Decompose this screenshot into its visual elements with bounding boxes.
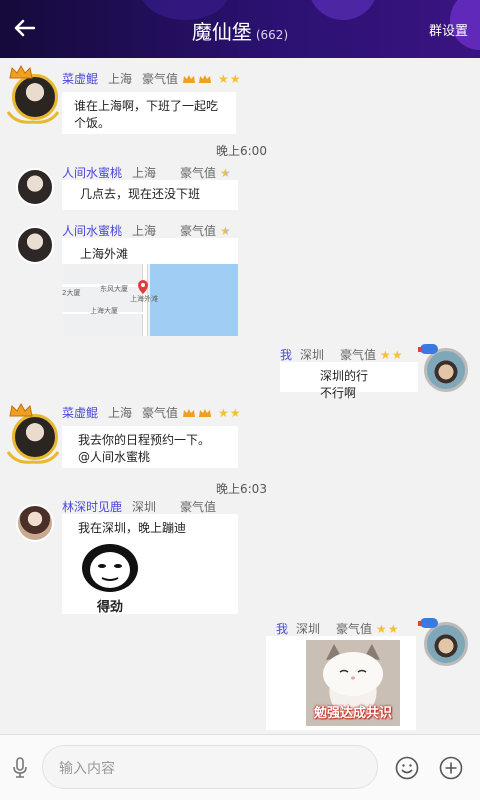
star-icon: ★ bbox=[220, 223, 231, 238]
vip-badge-icon bbox=[418, 618, 438, 628]
rank-label: 豪气值 bbox=[180, 166, 217, 180]
mention: @人间水蜜桃 bbox=[78, 450, 151, 464]
map-label: 东风大厦 bbox=[100, 285, 128, 293]
map-thumbnail: 上海外滩 2大厦 东风大厦 上海大厦 bbox=[62, 264, 238, 336]
image-caption: 勉强达成共识 bbox=[313, 706, 392, 721]
message-bubble[interactable]: 深圳的行不行啊 bbox=[280, 362, 418, 400]
sender-city: 深圳 bbox=[300, 348, 325, 362]
rank-label: 豪气值 bbox=[336, 622, 373, 636]
avatar[interactable] bbox=[16, 504, 54, 542]
avatar[interactable] bbox=[16, 226, 54, 264]
star-icon: ★ bbox=[218, 405, 229, 420]
star-icon: ★ bbox=[391, 347, 403, 362]
sender-name[interactable]: 菜虚鲲 bbox=[62, 404, 98, 421]
timestamp: 晚上6:00 bbox=[216, 144, 267, 158]
map-label: 上海外滩 bbox=[130, 295, 158, 303]
star-icon: ★ bbox=[376, 621, 387, 636]
star-icon: ★ bbox=[218, 71, 229, 86]
microphone-icon bbox=[13, 757, 27, 778]
rank-label: 豪气值 bbox=[142, 72, 179, 86]
sticker-image: 得劲 bbox=[78, 538, 142, 615]
sender-name[interactable]: 人间水蜜桃 bbox=[62, 222, 122, 239]
message-meta: 菜虚鲲 上海 豪气值 ★ ★ bbox=[62, 70, 242, 87]
message-meta: 人间水蜜桃 上海 豪气值 ★ bbox=[62, 164, 232, 181]
crown-icon bbox=[183, 408, 196, 417]
message-meta: 我 深圳 豪气值 ★ ★ bbox=[276, 620, 400, 637]
top-bar: 魔仙堡 (662) 群设置 bbox=[0, 0, 480, 58]
message-bubble[interactable]: 勉强达成共识 bbox=[266, 636, 416, 730]
location-title: 上海外滩 bbox=[80, 247, 129, 261]
location-card[interactable]: 上海外滩 上海外滩 2大厦 东风大厦 上海大厦 bbox=[62, 238, 238, 336]
group-settings-button[interactable]: 群设置 bbox=[429, 20, 468, 39]
voice-button[interactable] bbox=[8, 755, 32, 781]
message-input[interactable]: 输入内容 bbox=[42, 745, 378, 789]
sender-city: 深圳 bbox=[132, 500, 157, 514]
input-bar: 输入内容 bbox=[0, 734, 480, 800]
rank-label: 豪气值 bbox=[340, 348, 377, 362]
star-icon: ★ bbox=[229, 71, 241, 86]
star-icon: ★ bbox=[380, 347, 391, 362]
panda-sticker-icon bbox=[82, 544, 138, 592]
star-icon: ★ bbox=[220, 165, 231, 180]
message-meta: 林深时见鹿 深圳 豪气值 bbox=[62, 498, 220, 515]
message-bubble[interactable]: 谁在上海啊，下班了一起吃个饭。 bbox=[62, 92, 236, 134]
member-count: (662) bbox=[255, 28, 289, 42]
add-button[interactable] bbox=[438, 755, 464, 781]
map-label: 2大厦 bbox=[62, 289, 81, 297]
crown-icon bbox=[183, 74, 196, 83]
group-name: 魔仙堡 bbox=[191, 20, 252, 44]
avatar[interactable] bbox=[16, 168, 54, 206]
rank-label: 豪气值 bbox=[142, 406, 179, 420]
message-bubble[interactable]: 几点去，现在还没下班 bbox=[62, 180, 238, 210]
smiley-icon bbox=[395, 756, 419, 780]
sender-city: 上海 bbox=[132, 224, 157, 238]
message-bubble[interactable]: 我在深圳，晚上蹦迪 得劲 bbox=[62, 514, 238, 615]
sender-name[interactable]: 林深时见鹿 bbox=[62, 498, 122, 515]
message-text: 我去你的日程预约一下。 bbox=[78, 433, 211, 447]
cat-icon bbox=[323, 644, 383, 696]
crown-icon bbox=[199, 408, 212, 417]
map-pin-icon bbox=[138, 280, 148, 294]
crown-icon bbox=[199, 74, 212, 83]
rank-label: 豪气值 bbox=[180, 500, 217, 514]
message-meta: 菜虚鲲 上海 豪气值 ★ ★ bbox=[62, 404, 242, 421]
sender-name[interactable]: 我 bbox=[280, 346, 292, 363]
rank-label: 豪气值 bbox=[180, 224, 217, 238]
sender-city: 深圳 bbox=[296, 622, 321, 636]
laurel-icon bbox=[6, 111, 60, 124]
message-list[interactable]: 菜虚鲲 上海 豪气值 ★ ★ 谁在上海啊，下班了一起吃个饭。 晚上6:00 人间水… bbox=[0, 58, 480, 734]
crown-badge-icon bbox=[9, 402, 33, 417]
sticker-caption: 得劲 bbox=[96, 600, 123, 615]
vip-badge-icon bbox=[418, 344, 438, 354]
crown-badge-icon bbox=[9, 64, 33, 79]
sender-city: 上海 bbox=[108, 406, 133, 420]
sender-city: 上海 bbox=[132, 166, 157, 180]
message-bubble[interactable]: 我去你的日程预约一下。 @人间水蜜桃 bbox=[62, 426, 238, 468]
timestamp: 晚上6:03 bbox=[216, 482, 267, 496]
plus-circle-icon bbox=[439, 756, 463, 780]
message-text: 我在深圳，晚上蹦迪 bbox=[78, 521, 187, 535]
map-water bbox=[150, 264, 238, 336]
cat-meme-image: 勉强达成共识 bbox=[306, 640, 400, 726]
star-icon: ★ bbox=[229, 405, 241, 420]
sender-name[interactable]: 人间水蜜桃 bbox=[62, 164, 122, 181]
sender-city: 上海 bbox=[108, 72, 133, 86]
emoji-button[interactable] bbox=[394, 755, 420, 781]
star-icon: ★ bbox=[387, 621, 399, 636]
sender-name[interactable]: 菜虚鲲 bbox=[62, 70, 98, 87]
message-meta: 人间水蜜桃 上海 豪气值 ★ bbox=[62, 222, 232, 239]
message-meta: 我 深圳 豪气值 ★ ★ bbox=[280, 346, 404, 363]
laurel-icon bbox=[6, 451, 60, 464]
sender-name[interactable]: 我 bbox=[276, 620, 288, 637]
map-label: 上海大厦 bbox=[90, 307, 118, 315]
page-title: 魔仙堡 (662) bbox=[0, 16, 480, 45]
